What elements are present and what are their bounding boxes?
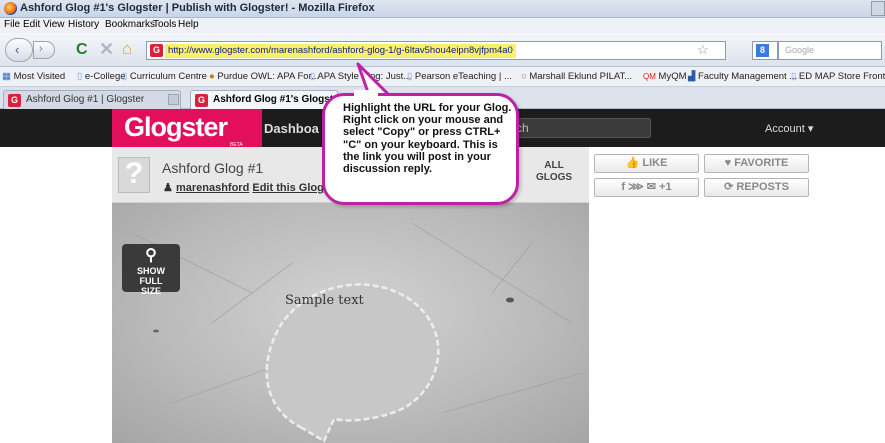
glogster-favicon: G — [195, 94, 208, 107]
glog-title: Ashford Glog #1 — [162, 160, 264, 176]
bookmark-label: ED MAP Store Front — [798, 71, 885, 82]
google-icon: 8 — [756, 44, 769, 57]
user-links: ♟ marenashford Edit this Glog — [163, 181, 324, 194]
owl-icon: ● — [209, 71, 215, 82]
instruction-callout: Highlight the URL for your Glog. Right c… — [322, 93, 519, 205]
glogster-logo[interactable]: Glogster BETA — [112, 109, 262, 151]
like-label: LIKE — [642, 157, 668, 169]
bookmark-ed-map[interactable]: ▯ ED MAP Store Front — [791, 71, 885, 82]
favorite-button[interactable]: ♥ FAVORITE — [704, 154, 809, 173]
account-label: Account — [765, 123, 805, 135]
caret-down-icon: ▾ — [807, 123, 814, 135]
navigation-toolbar: ‹ › C ✕ ⌂ G http://www.glogster.com/mare… — [0, 33, 885, 67]
repost-icon: ⟳ — [724, 181, 734, 193]
all-glogs-link[interactable]: ALL GLOGS — [534, 160, 574, 184]
callout-pointer-join — [354, 90, 378, 98]
page-icon: ▯ — [77, 71, 83, 82]
forward-button[interactable]: › — [33, 41, 55, 59]
page-icon: ▯ — [791, 71, 797, 82]
tab-glogster-2[interactable]: G Ashford Glog #1's Glogster | — [190, 90, 338, 109]
tab-close-icon[interactable] — [168, 94, 179, 105]
share-icons: f ⋙ ✉ +1 — [621, 181, 672, 193]
page-icon: ▯ — [122, 71, 128, 82]
show-full-size-button[interactable]: ⚲ SHOW FULL SIZE — [122, 244, 180, 296]
bookmark-curriculum-centre[interactable]: ▯ Curriculum Centre — [122, 71, 207, 82]
bookmark-star-icon[interactable]: ☆ — [697, 42, 709, 58]
account-menu[interactable]: Account ▾ — [765, 122, 813, 135]
menu-history[interactable]: History — [68, 19, 99, 30]
firefox-icon — [4, 2, 17, 15]
bookmark-most-visited[interactable]: ▦ Most Visited — [2, 71, 65, 82]
url-text[interactable]: http://www.glogster.com/marenashford/ash… — [165, 44, 516, 58]
share-button[interactable]: f ⋙ ✉ +1 — [594, 178, 699, 197]
bookmark-label: Curriculum Centre — [129, 71, 207, 82]
menu-view[interactable]: View — [43, 19, 65, 30]
bookmark-faculty-management[interactable]: ▟ Faculty Management ... — [688, 71, 797, 82]
show-full-size-label: SHOW FULL SIZE — [137, 266, 165, 296]
page-icon: ▯ — [310, 71, 316, 82]
thumbs-up-icon: 👍 — [625, 157, 640, 169]
reposts-label: REPOSTS — [736, 181, 789, 193]
menu-bar: File Edit View History Bookmarks Tools H… — [0, 18, 885, 33]
glogster-favicon: G — [8, 94, 21, 107]
sample-text[interactable]: Sample text — [285, 293, 364, 308]
url-bar[interactable]: G http://www.glogster.com/marenashford/a… — [146, 41, 726, 60]
window-title: Ashford Glog #1's Glogster | Publish wit… — [20, 2, 375, 14]
logo-text: Glogster — [124, 112, 228, 142]
circle-icon: ○ — [521, 71, 527, 82]
window-titlebar: Ashford Glog #1's Glogster | Publish wit… — [0, 0, 885, 18]
window-close-icon[interactable] — [871, 1, 885, 16]
zoom-in-icon: ⚲ — [145, 247, 157, 264]
back-arrow-icon: ‹ — [15, 42, 20, 57]
bookmark-label: Pearson eTeaching | ... — [414, 71, 512, 82]
favorite-label: FAVORITE — [734, 157, 789, 169]
bookmark-label: Faculty Management ... — [697, 71, 798, 82]
like-button[interactable]: 👍 LIKE — [594, 154, 699, 173]
reload-icon[interactable]: C — [76, 41, 88, 59]
reposts-button[interactable]: ⟳ REPOSTS — [704, 178, 809, 197]
qm-icon: QM — [643, 72, 656, 81]
username-link[interactable]: marenashford — [176, 182, 249, 194]
tab-glogster-1[interactable]: G Ashford Glog #1 | Glogster — [3, 90, 181, 109]
user-icon: ♟ — [163, 182, 173, 194]
back-button[interactable]: ‹ — [5, 38, 33, 62]
bookmark-label: Marshall Eklund PILAT... — [529, 71, 633, 82]
callout-text: Highlight the URL for your Glog. Right c… — [343, 102, 512, 176]
bookmark-myqm[interactable]: QM MyQM — [643, 71, 687, 82]
bookmark-marshall-eklund[interactable]: ○ Marshall Eklund PILAT... — [521, 71, 632, 82]
glogster-search-input[interactable]: rch — [505, 118, 651, 138]
stop-icon[interactable]: ✕ — [99, 39, 114, 60]
menu-bookmarks[interactable]: Bookmarks — [105, 19, 155, 30]
menu-help[interactable]: Help — [178, 19, 199, 30]
menu-edit[interactable]: Edit — [23, 19, 40, 30]
site-favicon: G — [150, 44, 163, 57]
menu-file[interactable]: File — [4, 19, 20, 30]
tab-label: Ashford Glog #1's Glogster | — [213, 94, 338, 105]
glog-canvas[interactable]: Sample text — [112, 203, 589, 443]
bookmark-pearson[interactable]: ▯ Pearson eTeaching | ... — [407, 71, 512, 82]
forward-arrow-icon: › — [39, 43, 43, 55]
bookmark-label: Purdue OWL: APA For... — [217, 71, 320, 82]
avatar[interactable]: ? — [118, 157, 150, 193]
bookmark-label: Most Visited — [13, 71, 66, 82]
bookmark-label: MyQM — [658, 71, 687, 82]
web-search-input[interactable]: Google — [778, 41, 882, 60]
bookmark-ecollege[interactable]: ▯ e-College — [77, 71, 126, 82]
canvas-texture — [131, 222, 583, 443]
bookmark-purdue-owl[interactable]: ● Purdue OWL: APA For... — [209, 71, 319, 82]
menu-tools[interactable]: Tools — [153, 19, 176, 30]
bookmark-icon: ▦ — [2, 71, 11, 82]
tab-label: Ashford Glog #1 | Glogster — [26, 94, 145, 105]
edit-glog-link[interactable]: Edit this Glog — [252, 182, 324, 194]
chart-icon: ▟ — [688, 71, 696, 82]
heart-icon: ♥ — [724, 157, 732, 169]
search-engine-selector[interactable]: 8 — [752, 41, 778, 60]
search-placeholder: Google — [785, 45, 815, 55]
bookmarks-toolbar: ▦ Most Visited ▯ e-College ▯ Curriculum … — [0, 67, 885, 87]
bookmark-label: e-College — [84, 71, 126, 82]
home-icon[interactable]: ⌂ — [122, 39, 132, 59]
dashboard-link[interactable]: Dashboa — [264, 121, 319, 136]
